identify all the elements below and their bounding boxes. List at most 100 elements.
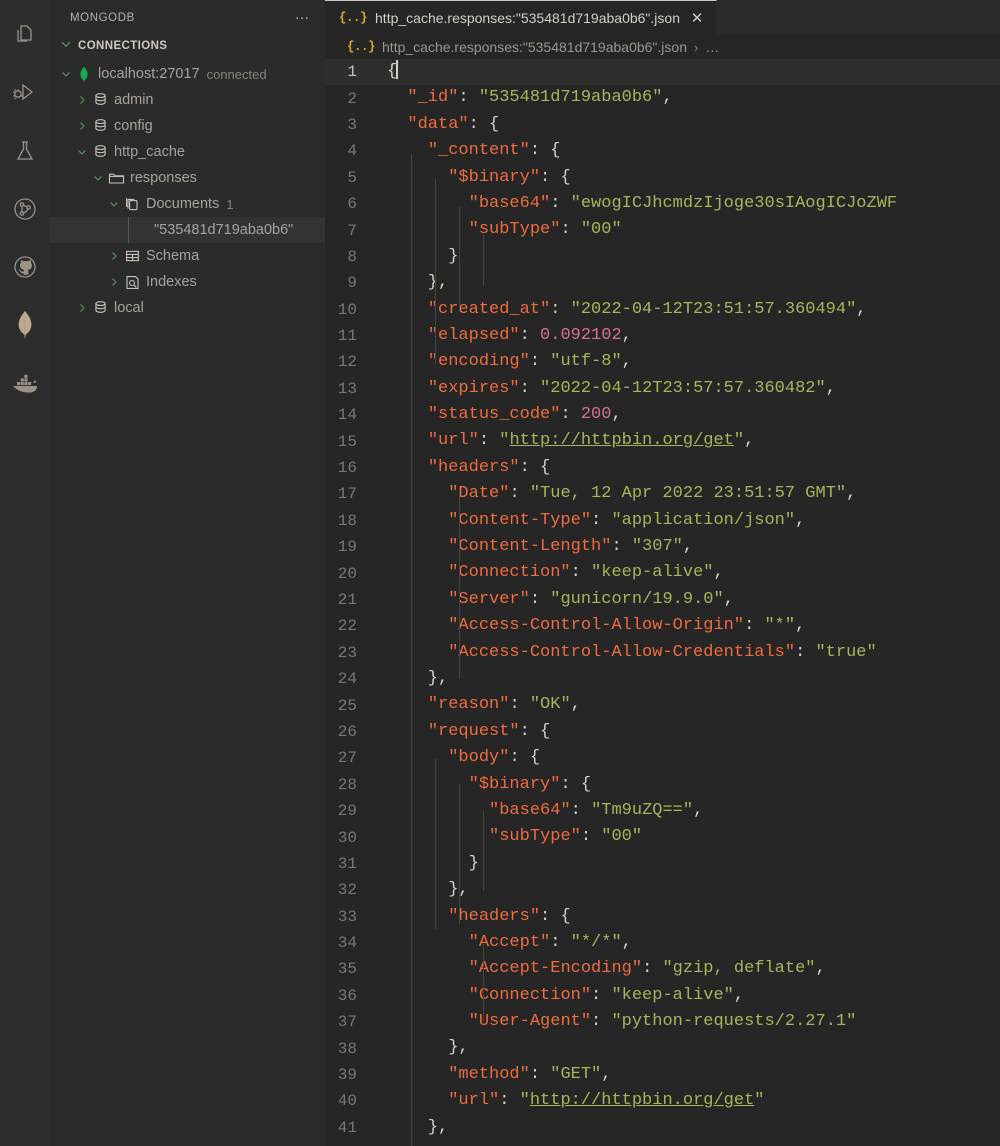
code-line[interactable]: 41 }, xyxy=(325,1115,1000,1141)
code-line-text: "headers": { xyxy=(383,904,1000,930)
breadcrumb-more[interactable]: … xyxy=(705,39,719,55)
code-line[interactable]: 7 "subType": "00" xyxy=(325,217,1000,243)
code-line-text: "reason": "OK", xyxy=(383,692,1000,718)
code-line[interactable]: 39 "method": "GET", xyxy=(325,1062,1000,1088)
code-line-text: }, xyxy=(383,270,1000,296)
code-line[interactable]: 22 "Access-Control-Allow-Origin": "*", xyxy=(325,613,1000,639)
code-token: : xyxy=(509,695,530,715)
chevron-down-icon[interactable] xyxy=(58,67,74,81)
code-line-text: "expires": "2022-04-12T23:57:57.360482", xyxy=(383,376,1000,402)
tree-item-local[interactable]: local xyxy=(50,295,325,321)
code-line[interactable]: 29 "base64": "Tm9uZQ==", xyxy=(325,798,1000,824)
code-line[interactable]: 21 "Server": "gunicorn/19.9.0", xyxy=(325,587,1000,613)
chevron-right-icon[interactable] xyxy=(74,93,90,107)
code-line[interactable]: 30 "subType": "00" xyxy=(325,824,1000,850)
connections-section-header[interactable]: CONNECTIONS xyxy=(50,35,325,57)
code-token: : xyxy=(560,220,581,240)
tree-item-535481d719aba0b6[interactable]: "535481d719aba0b6" xyxy=(50,217,325,243)
tree-item-label: admin xyxy=(114,92,154,108)
chevron-down-icon[interactable] xyxy=(106,197,122,211)
code-line[interactable]: 24 }, xyxy=(325,666,1000,692)
line-number: 11 xyxy=(337,327,357,346)
chevron-down-icon[interactable] xyxy=(90,171,106,185)
code-line[interactable]: 25 "reason": "OK", xyxy=(325,692,1000,718)
code-token: "GET" xyxy=(550,1064,602,1084)
line-number: 29 xyxy=(337,802,357,821)
code-line[interactable]: 32 }, xyxy=(325,877,1000,903)
line-number: 31 xyxy=(337,854,357,873)
code-line[interactable]: 18 "Content-Type": "application/json", xyxy=(325,508,1000,534)
tree-item-admin[interactable]: admin xyxy=(50,87,325,113)
code-line[interactable]: 19 "Content-Length": "307", xyxy=(325,534,1000,560)
code-line[interactable]: 11 "elapsed": 0.092102, xyxy=(325,323,1000,349)
code-line[interactable]: 4 "_content": { xyxy=(325,138,1000,164)
chevron-right-icon[interactable] xyxy=(74,301,90,315)
line-number: 27 xyxy=(337,749,357,768)
testing-flask-icon[interactable] xyxy=(0,122,50,180)
code-line[interactable]: 15 "url": "http://httpbin.org/get", xyxy=(325,428,1000,454)
editor-tab[interactable]: {..} http_cache.responses:"535481d719aba… xyxy=(325,0,717,35)
code-line[interactable]: 6 "base64": "ewogICJhcmdzIjoge30sIAogICJ… xyxy=(325,191,1000,217)
code-line[interactable]: 14 "status_code": 200, xyxy=(325,402,1000,428)
chevron-right-icon[interactable] xyxy=(106,275,122,289)
source-control-icon[interactable] xyxy=(0,180,50,238)
code-line[interactable]: 23 "Access-Control-Allow-Credentials": "… xyxy=(325,640,1000,666)
code-token: " xyxy=(519,1091,530,1111)
breadcrumb-file[interactable]: http_cache.responses:"535481d719aba0b6".… xyxy=(382,39,687,55)
code-line[interactable]: 28 "$binary": { xyxy=(325,772,1000,798)
code-token: "elapsed" xyxy=(427,325,520,345)
code-line[interactable]: 36 "Connection": "keep-alive", xyxy=(325,983,1000,1009)
chevron-down-icon[interactable] xyxy=(74,145,90,159)
chevron-right-icon[interactable] xyxy=(106,249,122,263)
code-line[interactable]: 34 "Accept": "*/*", xyxy=(325,930,1000,956)
code-line[interactable]: 16 "headers": { xyxy=(325,455,1000,481)
run-and-debug-icon[interactable] xyxy=(0,64,50,122)
tree-item-schema[interactable]: Schema xyxy=(50,243,325,269)
code-line[interactable]: 37 "User-Agent": "python-requests/2.27.1… xyxy=(325,1009,1000,1035)
code-token: "*/*" xyxy=(570,932,622,952)
tree-item-responses[interactable]: responses xyxy=(50,165,325,191)
code-line[interactable]: 20 "Connection": "keep-alive", xyxy=(325,560,1000,586)
mongodb-leaf-icon[interactable] xyxy=(0,296,50,354)
close-icon[interactable]: ✕ xyxy=(688,11,706,26)
code-editor[interactable]: 1{2 "_id": "535481d719aba0b6", 3 "data": … xyxy=(325,59,1000,1146)
tree-item-config[interactable]: config xyxy=(50,113,325,139)
line-number: 8 xyxy=(347,247,357,266)
code-line[interactable]: 38 }, xyxy=(325,1035,1000,1061)
chevron-right-icon[interactable] xyxy=(74,119,90,133)
code-line[interactable]: 2 "_id": "535481d719aba0b6", xyxy=(325,85,1000,111)
code-line[interactable]: 35 "Accept-Encoding": "gzip, deflate", xyxy=(325,956,1000,982)
explorer-icon[interactable] xyxy=(0,6,50,64)
code-line[interactable]: 5 "$binary": { xyxy=(325,165,1000,191)
code-line[interactable]: 17 "Date": "Tue, 12 Apr 2022 23:51:57 GM… xyxy=(325,481,1000,507)
code-line[interactable]: 9 }, xyxy=(325,270,1000,296)
code-line[interactable]: 26 "request": { xyxy=(325,719,1000,745)
tree-item-indexes[interactable]: Indexes xyxy=(50,269,325,295)
code-line[interactable]: 8 } xyxy=(325,244,1000,270)
code-token: "00" xyxy=(601,827,643,847)
docker-whale-icon[interactable] xyxy=(0,354,50,412)
tree-item-localhost27017[interactable]: localhost:27017 connected xyxy=(50,61,325,87)
code-line[interactable]: 3 "data": { xyxy=(325,112,1000,138)
code-line[interactable]: 1{ xyxy=(325,59,1000,86)
code-line[interactable]: 27 "body": { xyxy=(325,745,1000,771)
code-line[interactable]: 13 "expires": "2022-04-12T23:57:57.36048… xyxy=(325,376,1000,402)
connections-section-label: CONNECTIONS xyxy=(78,40,168,52)
code-line[interactable]: 40 "url": "http://httpbin.org/get" xyxy=(325,1088,1000,1114)
code-line[interactable]: 33 "headers": { xyxy=(325,904,1000,930)
github-icon[interactable] xyxy=(0,238,50,296)
tree-item-documents[interactable]: Documents 1 xyxy=(50,191,325,217)
code-line[interactable]: 12 "encoding": "utf-8", xyxy=(325,349,1000,375)
tree-item-label: responses xyxy=(130,170,197,186)
folder-icon xyxy=(106,171,126,186)
sidebar-title: MONGODB xyxy=(70,11,135,24)
code-line[interactable]: 10 "created_at": "2022-04-12T23:51:57.36… xyxy=(325,297,1000,323)
code-line[interactable]: 31 } xyxy=(325,851,1000,877)
tree-item-http_cache[interactable]: http_cache xyxy=(50,139,325,165)
sidebar-more-actions-icon[interactable]: … xyxy=(295,7,312,25)
